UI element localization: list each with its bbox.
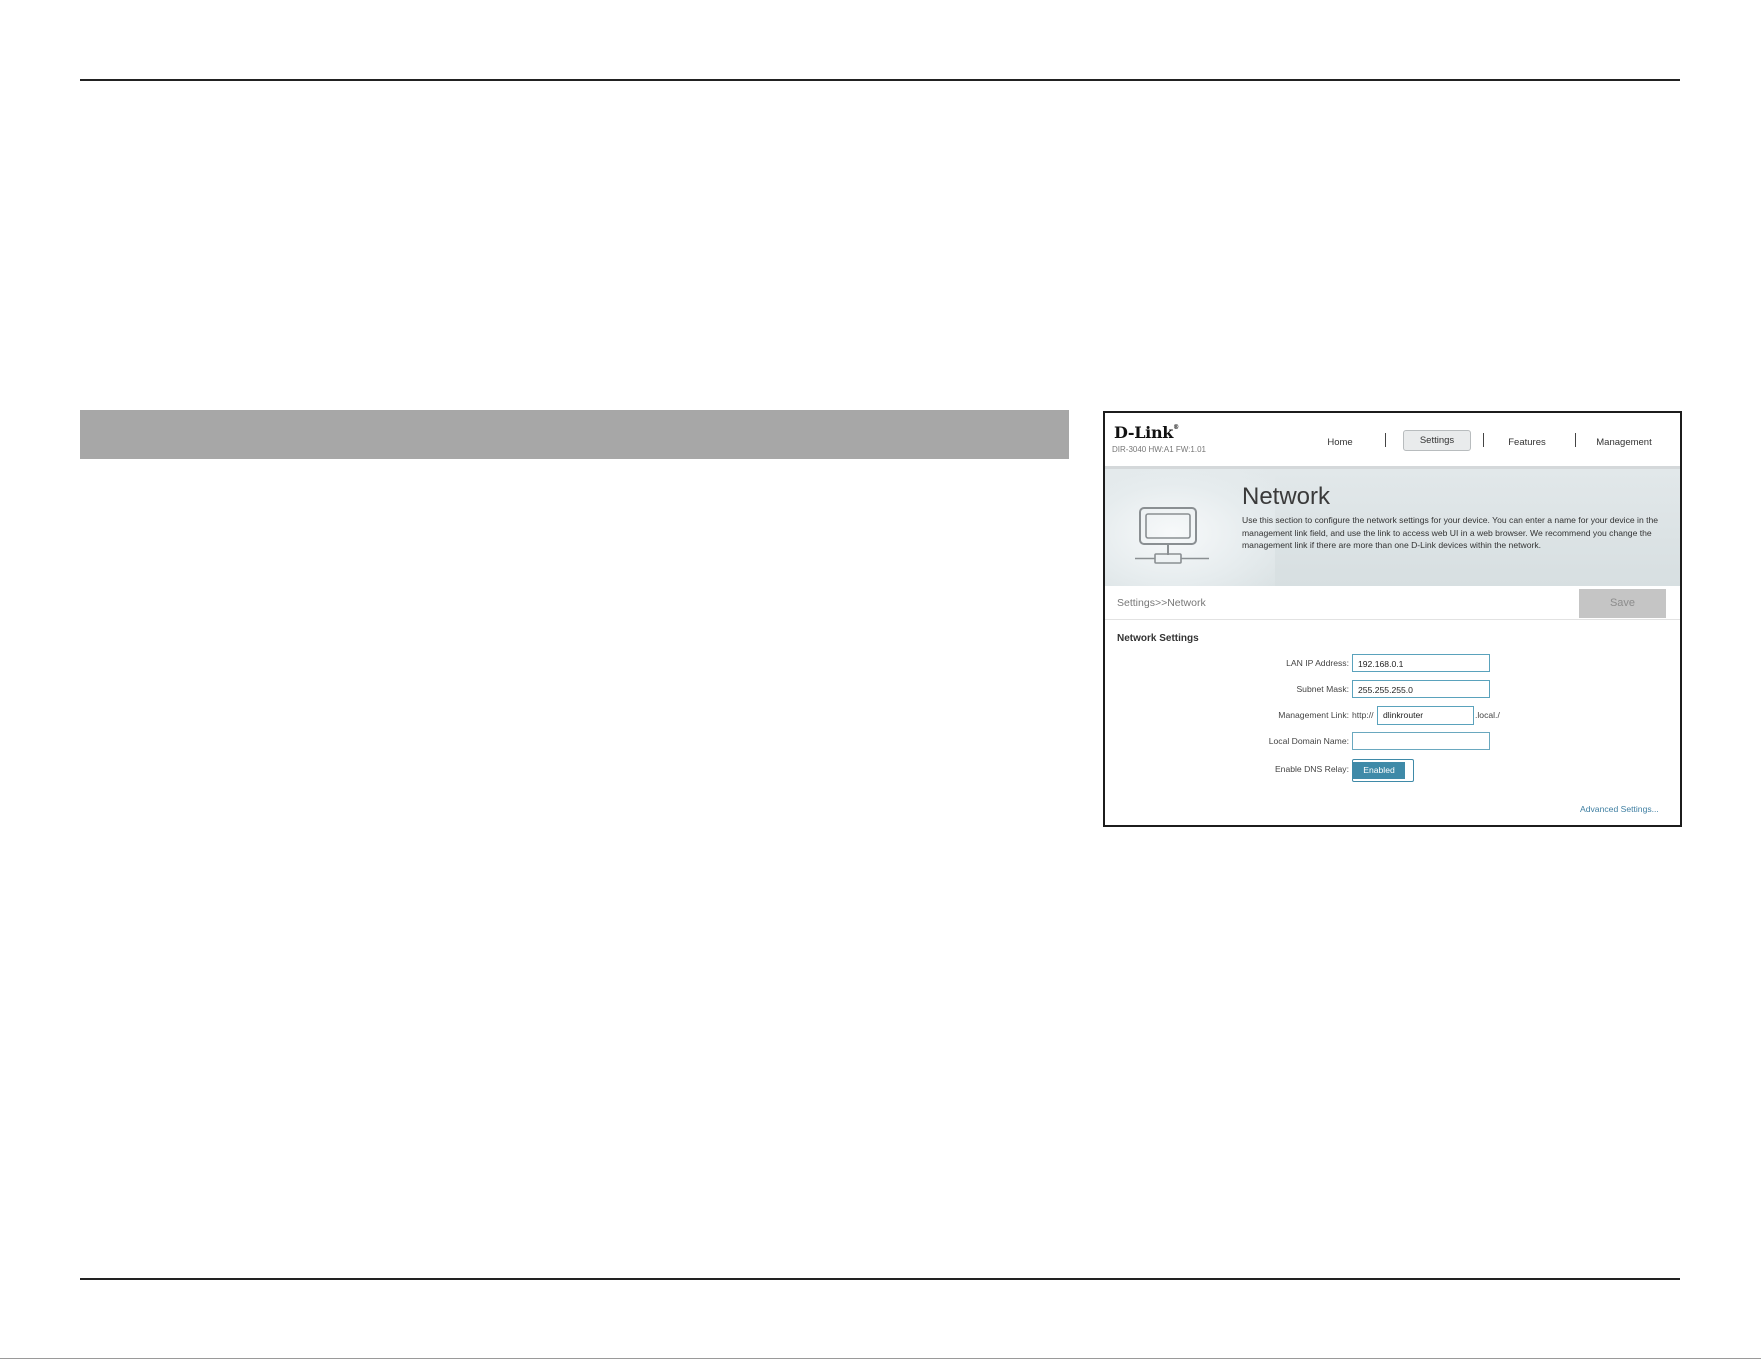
- top-navigation: D-Link® DIR-3040 HW:A1 FW:1.01 Home Sett…: [1105, 413, 1680, 469]
- nav-separator: [1483, 433, 1484, 447]
- local-domain-label: Local Domain Name:: [1268, 736, 1349, 746]
- advanced-settings-link[interactable]: Advanced Settings...: [1580, 804, 1659, 814]
- lan-ip-input[interactable]: 192.168.0.1: [1352, 654, 1490, 672]
- nav-separator: [1575, 433, 1576, 447]
- page-description: Use this section to configure the networ…: [1242, 515, 1659, 550]
- save-button[interactable]: Save: [1579, 589, 1666, 618]
- dns-relay-toggle[interactable]: Enabled: [1352, 759, 1414, 782]
- network-computer-icon: [1135, 507, 1209, 564]
- breadcrumb-bar: Settings>>Network Save: [1105, 586, 1680, 620]
- subnet-mask-label: Subnet Mask:: [1296, 684, 1349, 694]
- nav-management[interactable]: Management: [1578, 433, 1670, 453]
- dlink-logo: D-Link®: [1114, 423, 1179, 442]
- nav-features[interactable]: Features: [1492, 433, 1562, 453]
- nav-settings[interactable]: Settings: [1403, 430, 1471, 451]
- page-bottom-rule: [0, 1358, 1761, 1359]
- management-link-suffix: .local./: [1475, 710, 1500, 720]
- page-title: Network: [1242, 483, 1331, 510]
- lan-ip-label: LAN IP Address:: [1286, 658, 1349, 668]
- breadcrumb: Settings>>Network: [1117, 597, 1206, 609]
- page-banner: Network Use this section to configure th…: [1105, 469, 1680, 586]
- management-link-prefix: http://: [1352, 710, 1374, 720]
- header-rule: [80, 79, 1680, 81]
- dns-relay-label: Enable DNS Relay:: [1274, 764, 1349, 774]
- router-ui-screenshot: D-Link® DIR-3040 HW:A1 FW:1.01 Home Sett…: [1103, 411, 1682, 827]
- nav-home[interactable]: Home: [1310, 433, 1370, 453]
- subnet-mask-input[interactable]: 255.255.255.0: [1352, 680, 1490, 698]
- network-settings-heading: Network Settings: [1117, 633, 1199, 644]
- nav-separator: [1385, 433, 1386, 447]
- footer-rule: [80, 1278, 1680, 1280]
- model-info: DIR-3040 HW:A1 FW:1.01: [1112, 445, 1206, 454]
- dns-relay-state: Enabled: [1353, 762, 1405, 779]
- section-title-bar: [80, 410, 1069, 459]
- local-domain-input[interactable]: [1352, 732, 1490, 750]
- management-link-label: Management Link:: [1278, 710, 1349, 720]
- management-link-input[interactable]: dlinkrouter: [1377, 706, 1474, 725]
